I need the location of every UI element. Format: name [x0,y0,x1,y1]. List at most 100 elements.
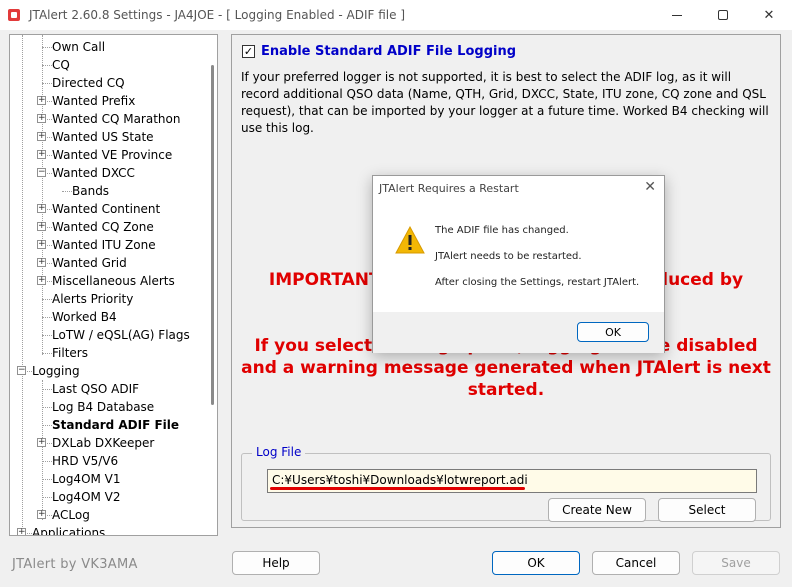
app-icon [8,9,20,21]
tree-item[interactable]: Logging [30,362,82,380]
dialog-message-3: After closing the Settings, restart JTAl… [435,277,640,288]
tree-item[interactable]: Wanted VE Province [50,146,174,164]
tree-item[interactable]: Log4OM V1 [50,470,123,488]
enable-adif-logging[interactable]: ✓ Enable Standard ADIF File Logging [242,44,516,59]
dialog-title: JTAlert Requires a Restart [379,182,519,195]
tree-item[interactable]: Wanted Prefix [50,92,137,110]
expand-icon[interactable]: + [37,96,46,105]
tree-item-label: Logging [32,364,80,378]
tree-item-label: Wanted Prefix [52,94,136,108]
expand-icon[interactable]: + [37,438,46,447]
enable-adif-label: Enable Standard ADIF File Logging [261,44,517,59]
expand-icon[interactable]: + [37,222,46,231]
close-button[interactable]: ✕ [746,0,792,30]
help-button[interactable]: Help [232,551,320,575]
window-controls: ✕ [654,0,792,30]
log-file-legend: Log File [252,445,306,459]
tree-item[interactable]: Log4OM V2 [50,488,123,506]
expand-icon[interactable]: + [37,510,46,519]
expand-icon[interactable]: + [37,258,46,267]
close-icon: ✕ [763,7,775,23]
tree-item-label: Wanted Grid [52,256,127,270]
maximize-button[interactable] [700,0,746,30]
tree-item[interactable]: Last QSO ADIF [50,380,141,398]
brand-label: JTAlert by VK3AMA [12,557,138,572]
tree-item[interactable]: HRD V5/V6 [50,452,120,470]
warning-icon [395,226,425,254]
dialog-message-2: JTAlert needs to be restarted. [435,251,582,262]
tree-connector [42,47,52,48]
create-new-button[interactable]: Create New [548,498,646,522]
expand-icon[interactable]: + [37,240,46,249]
adif-description: If your preferred logger is not supporte… [241,70,769,135]
tree-scrollbar[interactable] [211,65,214,405]
tree-item[interactable]: Wanted Grid [50,254,129,272]
tree-item[interactable]: Bands [70,182,111,200]
dialog-ok-button[interactable]: OK [577,322,649,342]
collapse-icon[interactable]: − [17,366,26,375]
tree-connector [42,317,52,318]
tree-item-label: Log B4 Database [52,400,155,414]
tree-connector [42,299,52,300]
expand-icon[interactable]: + [37,114,46,123]
tree-connector [42,425,52,426]
tree-item[interactable]: Own Call [50,38,107,56]
tree-item-label: Wanted VE Province [52,148,173,162]
tree-item[interactable]: Worked B4 [50,308,119,326]
collapse-icon[interactable]: − [37,168,46,177]
minimize-button[interactable] [654,0,700,30]
important-line-4: started. [467,380,545,400]
dialog-close-icon[interactable]: ✕ [644,179,656,195]
tree-item-label: Miscellaneous Alerts [52,274,175,288]
tree-item-label: Wanted US State [52,130,154,144]
expand-icon[interactable]: + [37,204,46,213]
expand-icon[interactable]: + [37,132,46,141]
tree-item[interactable]: Wanted US State [50,128,156,146]
tree-guide-line [42,380,43,520]
tree-item[interactable]: Wanted CQ Zone [50,218,156,236]
tree-item-label: Log4OM V1 [52,472,121,486]
important-line-3: and a warning message generated when JTA… [241,358,771,378]
cancel-button[interactable]: Cancel [592,551,680,575]
tree-connector [42,65,52,66]
tree-item[interactable]: Wanted ITU Zone [50,236,158,254]
expand-icon[interactable]: + [37,150,46,159]
tree-item[interactable]: Wanted CQ Marathon [50,110,182,128]
ok-button[interactable]: OK [492,551,580,575]
tree-item[interactable]: Log B4 Database [50,398,156,416]
tree-item-label: Last QSO ADIF [52,382,140,396]
select-button[interactable]: Select [658,498,756,522]
tree-item[interactable]: Applications [30,524,107,535]
tree-connector [42,479,52,480]
tree-item-label: ACLog [52,508,90,522]
tree-item[interactable]: Directed CQ [50,74,127,92]
tree-item-label: Filters [52,346,88,360]
expand-icon[interactable]: + [17,528,26,535]
tree-guide-line [22,35,23,535]
tree-item[interactable]: Miscellaneous Alerts [50,272,177,290]
log-file-group: Log File C:¥Users¥toshi¥Downloads¥lotwre… [241,445,771,522]
tree-item-label: Directed CQ [52,76,125,90]
tree-connector [42,461,52,462]
path-highlight-underline [270,487,525,490]
expand-icon[interactable]: + [37,276,46,285]
settings-tree[interactable]: Own Call CQ Directed CQ Wanted Prefix + Wante… [9,34,218,536]
tree-item[interactable]: Alerts Priority [50,290,135,308]
tree-connector [42,335,52,336]
tree-item-label: Wanted DXCC [52,166,135,180]
tree-item-label: Log4OM V2 [52,490,121,504]
tree-item[interactable]: Filters [50,344,90,362]
tree-item[interactable]: ACLog [50,506,92,524]
tree-item[interactable]: LoTW / eQSL(AG) Flags [50,326,192,344]
save-button[interactable]: Save [692,551,780,575]
tree-item[interactable]: Standard ADIF File [50,416,181,434]
tree-item[interactable]: CQ [50,56,72,74]
enable-adif-checkbox[interactable]: ✓ [242,45,255,58]
tree-item[interactable]: Wanted DXCC [50,164,137,182]
tree-item-label: Own Call [52,40,106,54]
dialog-message-1: The ADIF file has changed. [435,225,569,236]
tree-item[interactable]: Wanted Continent [50,200,162,218]
tree-item[interactable]: DXLab DXKeeper [50,434,156,452]
dialog-footer: OK [373,312,664,353]
tree-item-label: LoTW / eQSL(AG) Flags [52,328,190,342]
